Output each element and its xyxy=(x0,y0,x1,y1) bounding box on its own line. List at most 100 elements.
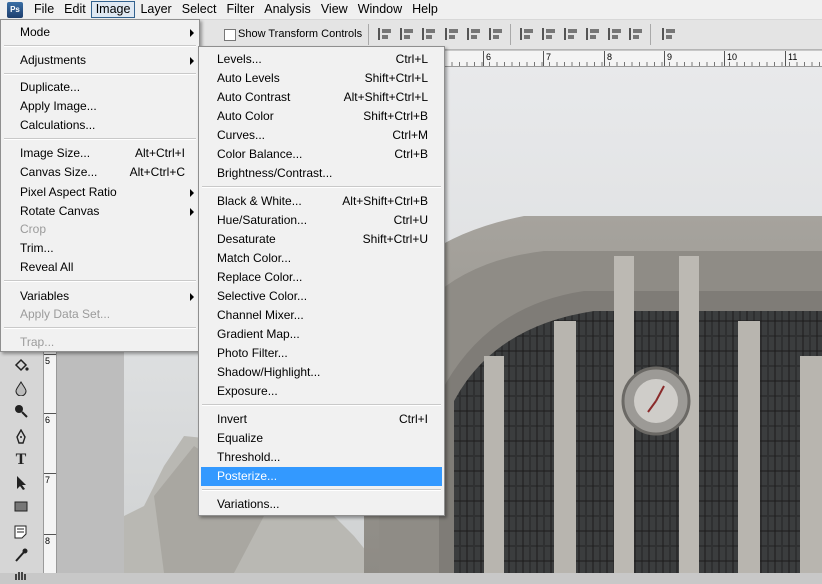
align-top-edges-icon[interactable] xyxy=(378,28,394,40)
menu-item-label: Auto Color xyxy=(217,109,274,123)
menu-item-posterize[interactable]: Posterize... xyxy=(201,467,442,486)
menu-item-shortcut: Alt+Shift+Ctrl+L xyxy=(343,90,428,104)
menu-item-trim[interactable]: Trim... xyxy=(1,239,199,258)
ruler-tick xyxy=(543,51,544,66)
menu-item-exposure[interactable]: Exposure... xyxy=(199,382,444,401)
menu-help[interactable]: Help xyxy=(407,1,443,18)
distribute-horizontal-centers-icon[interactable] xyxy=(608,28,624,40)
type-icon[interactable]: T xyxy=(10,451,32,469)
separator xyxy=(650,24,651,45)
menu-item-equalize[interactable]: Equalize xyxy=(199,429,444,448)
eyedropper-icon[interactable] xyxy=(10,546,32,564)
align-bottom-edges-icon[interactable] xyxy=(422,28,438,40)
ruler-label: 6 xyxy=(485,52,493,62)
menu-item-hue-saturation[interactable]: Hue/Saturation... Ctrl+U xyxy=(199,211,444,230)
menu-item-label: Rotate Canvas xyxy=(20,204,100,218)
menu-item-label: Curves... xyxy=(217,128,266,142)
menu-item-adjustments[interactable]: Adjustments xyxy=(1,51,199,70)
menu-item-canvas-size[interactable]: Canvas Size... Alt+Ctrl+C xyxy=(1,163,199,182)
menu-select[interactable]: Select xyxy=(177,1,222,18)
distribute-top-edges-icon[interactable] xyxy=(520,28,536,40)
menu-item-apply-image[interactable]: Apply Image... xyxy=(1,97,199,116)
dodge-icon[interactable] xyxy=(10,402,32,420)
menu-item-pixel-aspect-ratio[interactable]: Pixel Aspect Ratio xyxy=(1,183,199,202)
ruler-tick xyxy=(664,51,665,66)
hand-icon[interactable] xyxy=(10,566,32,584)
submenu-arrow-icon xyxy=(190,293,194,301)
show-transform-controls-checkbox[interactable] xyxy=(224,29,236,41)
ruler-tick xyxy=(724,51,725,66)
photoshop-logo-icon[interactable]: Ps xyxy=(7,1,23,18)
align-right-edges-icon[interactable] xyxy=(489,28,505,40)
distribute-left-edges-icon[interactable] xyxy=(586,28,602,40)
menu-item-selective-color[interactable]: Selective Color... xyxy=(199,287,444,306)
menu-item-color-balance[interactable]: Color Balance... Ctrl+B xyxy=(199,145,444,164)
menu-item-label: Duplicate... xyxy=(20,80,81,94)
menu-item-curves[interactable]: Curves... Ctrl+M xyxy=(199,126,444,145)
ruler-label: 10 xyxy=(726,52,739,62)
menu-file[interactable]: File xyxy=(29,1,59,18)
blur-drop-icon[interactable] xyxy=(10,379,32,397)
menu-item-shadow-highlight[interactable]: Shadow/Highlight... xyxy=(199,363,444,382)
menu-item-label: Pixel Aspect Ratio xyxy=(20,185,117,199)
menu-item-auto-levels[interactable]: Auto Levels Shift+Ctrl+L xyxy=(199,69,444,88)
menu-window[interactable]: Window xyxy=(353,1,407,18)
distribute-vertical-centers-icon[interactable] xyxy=(542,28,558,40)
menu-item-label: Equalize xyxy=(217,431,264,445)
align-left-edges-icon[interactable] xyxy=(445,28,461,40)
menu-item-variables[interactable]: Variables xyxy=(1,287,199,306)
vertical-ruler[interactable]: 5 6 7 8 xyxy=(43,352,57,573)
menu-view[interactable]: View xyxy=(316,1,353,18)
menu-item-label: Adjustments xyxy=(20,53,87,67)
menu-item-reveal-all[interactable]: Reveal All xyxy=(1,258,199,277)
menu-item-levels[interactable]: Levels... Ctrl+L xyxy=(199,50,444,69)
menu-item-channel-mixer[interactable]: Channel Mixer... xyxy=(199,306,444,325)
menu-item-label: Crop xyxy=(20,222,47,236)
menu-layer[interactable]: Layer xyxy=(135,1,176,18)
notes-icon[interactable] xyxy=(10,523,32,541)
menu-item-auto-contrast[interactable]: Auto Contrast Alt+Shift+Ctrl+L xyxy=(199,88,444,107)
auto-align-layers-icon[interactable] xyxy=(662,28,678,40)
menu-item-label: Channel Mixer... xyxy=(217,308,304,322)
menu-item-threshold[interactable]: Threshold... xyxy=(199,448,444,467)
menu-item-label: Apply Data Set... xyxy=(20,307,111,321)
menu-item-desaturate[interactable]: Desaturate Shift+Ctrl+U xyxy=(199,230,444,249)
menu-item-duplicate[interactable]: Duplicate... xyxy=(1,78,199,97)
canvas-gutter xyxy=(57,352,124,573)
menu-item-label: Brightness/Contrast... xyxy=(217,166,333,180)
menu-item-label: Posterize... xyxy=(217,469,278,483)
separator xyxy=(4,45,196,47)
menu-item-auto-color[interactable]: Auto Color Shift+Ctrl+B xyxy=(199,107,444,126)
menu-item-label: Shadow/Highlight... xyxy=(217,365,321,379)
menu-edit[interactable]: Edit xyxy=(59,1,91,18)
menu-item-match-color[interactable]: Match Color... xyxy=(199,249,444,268)
pen-icon[interactable] xyxy=(10,428,32,446)
menu-item-label: Invert xyxy=(217,412,248,426)
menu-item-rotate-canvas[interactable]: Rotate Canvas xyxy=(1,202,199,221)
menu-item-invert[interactable]: Invert Ctrl+I xyxy=(199,410,444,429)
menu-analysis[interactable]: Analysis xyxy=(259,1,316,18)
distribute-right-edges-icon[interactable] xyxy=(629,28,645,40)
path-select-icon[interactable] xyxy=(10,474,32,492)
menu-image[interactable]: Image xyxy=(90,1,136,18)
menu-item-image-size[interactable]: Image Size... Alt+Ctrl+I xyxy=(1,144,199,163)
menu-filter[interactable]: Filter xyxy=(221,1,259,18)
menu-item-black-white[interactable]: Black & White... Alt+Shift+Ctrl+B xyxy=(199,192,444,211)
menu-item-photo-filter[interactable]: Photo Filter... xyxy=(199,344,444,363)
menu-item-brightness-contrast[interactable]: Brightness/Contrast... xyxy=(199,164,444,183)
menu-item-replace-color[interactable]: Replace Color... xyxy=(199,268,444,287)
distribute-bottom-edges-icon[interactable] xyxy=(564,28,580,40)
paint-bucket-icon[interactable] xyxy=(10,356,32,374)
align-horizontal-centers-icon[interactable] xyxy=(467,28,483,40)
align-vertical-centers-icon[interactable] xyxy=(400,28,416,40)
menu-item-calculations[interactable]: Calculations... xyxy=(1,116,199,135)
adjustments-submenu: Levels... Ctrl+L Auto Levels Shift+Ctrl+… xyxy=(198,46,445,516)
rectangle-shape-icon[interactable] xyxy=(10,497,32,515)
toolbox: T xyxy=(0,352,44,580)
menu-item-label: Calculations... xyxy=(20,118,96,132)
separator xyxy=(202,404,441,406)
menu-item-mode[interactable]: Mode xyxy=(1,23,199,42)
menu-item-gradient-map[interactable]: Gradient Map... xyxy=(199,325,444,344)
menu-item-variations[interactable]: Variations... xyxy=(199,495,444,514)
horizontal-ruler[interactable]: 6 7 8 9 10 11 xyxy=(444,51,822,67)
